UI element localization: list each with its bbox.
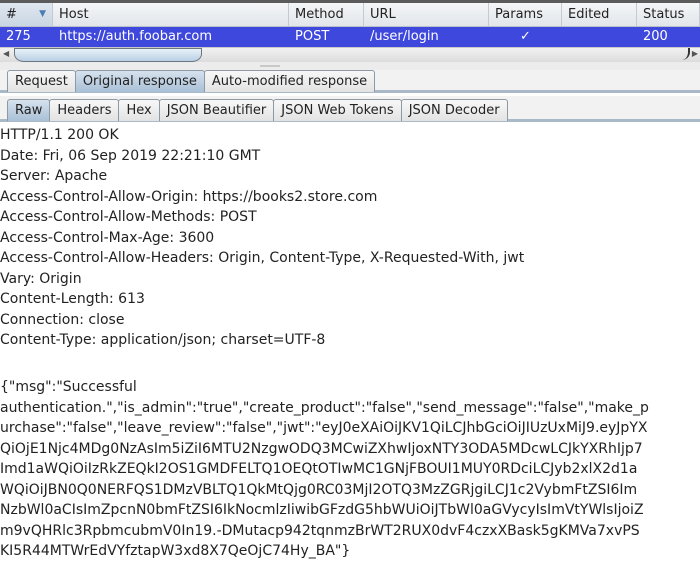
cell-edited	[562, 27, 637, 47]
status-line: HTTP/1.1 200 OK	[0, 127, 119, 143]
header-line: Access-Control-Allow-Headers: Origin, Co…	[0, 250, 525, 266]
viewer-tabs: Raw Headers Hex JSON Beautifier JSON Web…	[0, 96, 700, 122]
header-line: Access-Control-Max-Age: 3600	[0, 229, 215, 246]
header-line: Date: Fri, 06 Sep 2019 22:21:10 GMT	[0, 147, 261, 164]
message-tabs: Request Original response Auto-modified …	[0, 70, 700, 93]
body-line: urchase":"false","leave_review":"false",…	[0, 420, 648, 436]
table-header: # ▼ Host Method URL Params Edited Status	[0, 3, 700, 27]
cell-host: https://auth.foobar.com	[59, 29, 213, 44]
tab-original-response[interactable]: Original response	[74, 70, 205, 92]
column-header-url[interactable]: URL	[364, 3, 489, 26]
body-line: NzbWl0aCIsImZpcnN0bmFtZSI6IkNocmlzIiwibG…	[0, 502, 644, 518]
pane-splitter[interactable]	[0, 62, 700, 70]
cell-status: 200	[643, 29, 668, 44]
tab-raw[interactable]: Raw	[7, 99, 51, 121]
column-header-method[interactable]: Method	[289, 3, 364, 26]
body-line: {"msg":"Successful	[0, 379, 137, 395]
body-line: Imd1aWQiOiIzRkZEQkI2OS1GMDFELTQ1OEQtOTIw…	[0, 461, 638, 477]
tab-json-decoder[interactable]: JSON Decoder	[400, 99, 508, 121]
tab-headers[interactable]: Headers	[49, 99, 120, 121]
body-line: QiOjE1Njc4MDg0NzAsIm5iZiI6MTU2NzgwODQ3MC…	[0, 440, 643, 457]
tab-auto-modified-response[interactable]: Auto-modified response	[203, 70, 376, 92]
header-line: Vary: Origin	[0, 270, 82, 287]
body-line: m9vQHRlc3RpbmcubmV0In19.-DMutacp942tqnmz…	[0, 522, 640, 539]
header-line: Access-Control-Allow-Origin: https://boo…	[0, 188, 378, 205]
column-header-label: #	[6, 7, 17, 22]
header-line: Server: Apache	[0, 168, 108, 184]
column-header-edited[interactable]: Edited	[562, 3, 637, 26]
header-line: Connection: close	[0, 311, 125, 328]
cell-params-checkmark-icon: ✓	[520, 29, 531, 44]
scroll-right-arrow-icon[interactable]: ▶	[692, 49, 698, 58]
scrollbar-thumb[interactable]	[14, 48, 202, 62]
response-body[interactable]: {"msg":"Successful authentication.","is_…	[0, 378, 700, 563]
column-header-status[interactable]: Status	[637, 3, 700, 26]
table-row[interactable]: 275 https://auth.foobar.com POST /user/l…	[0, 27, 700, 47]
cell-number: 275	[6, 29, 31, 44]
cell-url: /user/login	[370, 29, 439, 44]
tab-request[interactable]: Request	[7, 70, 76, 92]
column-header-params[interactable]: Params	[489, 3, 562, 26]
horizontal-scrollbar[interactable]: ◀ ▶	[0, 47, 700, 63]
body-line: KI5R44MTWrEdVYfztapW3xd8X7QeOjC74Hy_BA"}	[0, 543, 351, 559]
tab-json-web-tokens[interactable]: JSON Web Tokens	[273, 99, 402, 121]
body-line: authentication.","is_admin":"true","crea…	[0, 399, 649, 416]
scrollbar-track-end	[682, 48, 690, 60]
sort-descending-icon: ▼	[39, 9, 46, 19]
tab-json-beautifier[interactable]: JSON Beautifier	[158, 99, 275, 121]
column-header-number[interactable]: # ▼	[0, 3, 53, 26]
header-line: Content-Type: application/json; charset=…	[0, 332, 326, 348]
header-line: Access-Control-Allow-Methods: POST	[0, 209, 257, 225]
cell-method: POST	[295, 29, 330, 44]
body-line: WQiOiJBN0Q0NERFQS1DMzVBLTQ1QkMtQjg0RC03M…	[0, 481, 638, 498]
column-header-host[interactable]: Host	[53, 3, 289, 26]
splitter-grip-icon	[260, 65, 280, 67]
header-line: Content-Length: 613	[0, 291, 145, 307]
raw-response-headers[interactable]: HTTP/1.1 200 OK Date: Fri, 06 Sep 2019 2…	[0, 125, 700, 351]
scroll-left-arrow-icon[interactable]: ◀	[3, 49, 9, 58]
tab-hex[interactable]: Hex	[118, 99, 160, 121]
